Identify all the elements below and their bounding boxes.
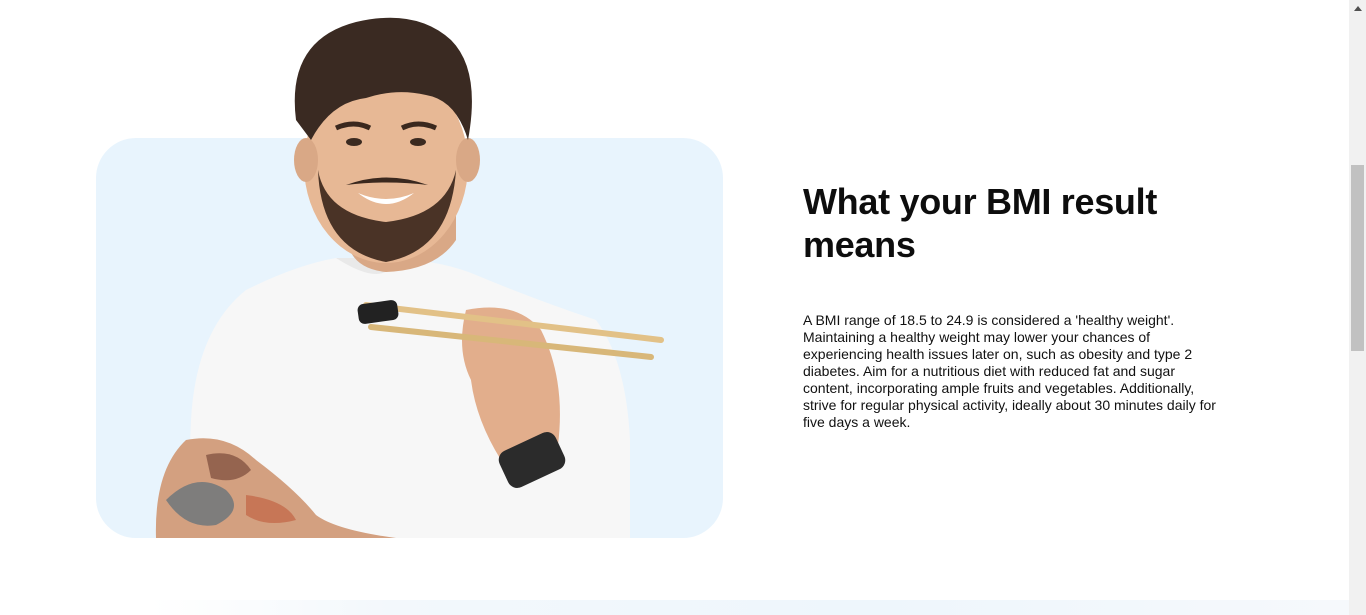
- section-title: What your BMI result means: [803, 181, 1158, 265]
- vertical-scrollbar[interactable]: [1349, 0, 1366, 615]
- next-section-edge: [150, 600, 1349, 615]
- scrollbar-thumb[interactable]: [1351, 165, 1364, 351]
- scroll-up-arrow-icon[interactable]: [1349, 0, 1366, 17]
- page: What your BMI result means A BMI range o…: [0, 0, 1366, 615]
- man-with-chopsticks-photo: [96, 0, 723, 538]
- section-body-text: A BMI range of 18.5 to 24.9 is considere…: [803, 312, 1216, 430]
- page-content: What your BMI result means A BMI range o…: [0, 0, 1349, 615]
- photo-illustration: [155, 17, 664, 538]
- bmi-result-explanation: What your BMI result means A BMI range o…: [803, 180, 1233, 431]
